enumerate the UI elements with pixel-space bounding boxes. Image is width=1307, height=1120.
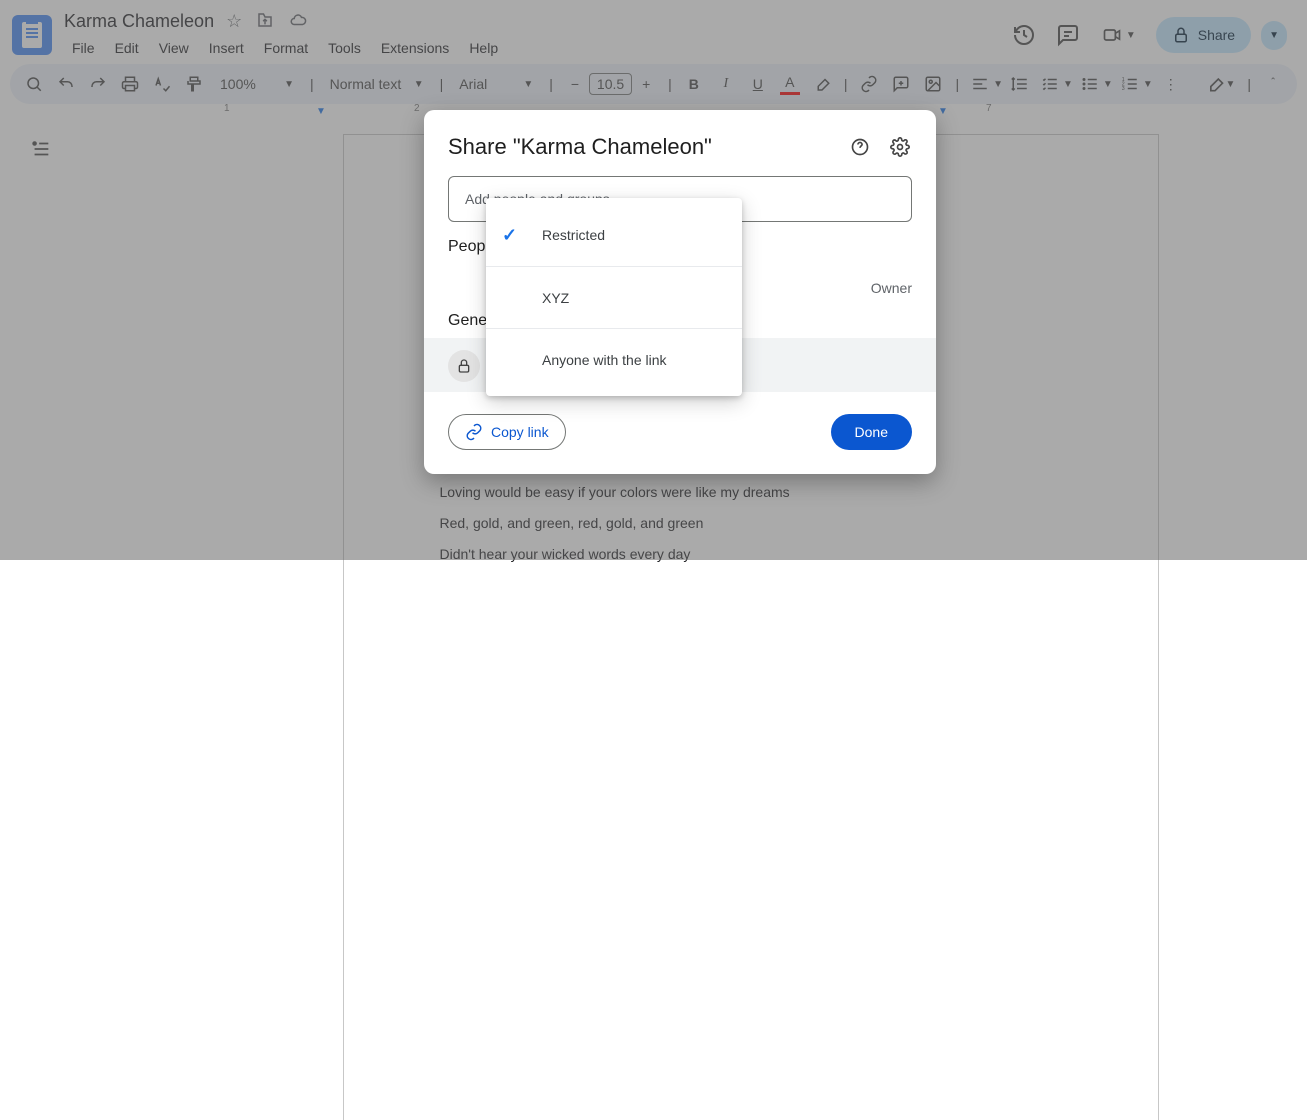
done-button[interactable]: Done <box>831 414 912 450</box>
settings-icon[interactable] <box>888 135 912 159</box>
access-option-restricted[interactable]: ✓ Restricted <box>486 204 742 266</box>
copy-link-label: Copy link <box>491 424 549 440</box>
copy-link-button[interactable]: Copy link <box>448 414 566 450</box>
access-level-menu: ✓ Restricted XYZ Anyone with the link <box>486 198 742 396</box>
access-option-anyone[interactable]: Anyone with the link <box>486 328 742 390</box>
share-dialog-title: Share "Karma Chameleon" <box>448 134 832 160</box>
access-option-org[interactable]: XYZ <box>486 266 742 328</box>
check-icon: ✓ <box>502 225 542 246</box>
done-label: Done <box>855 424 888 440</box>
lock-icon <box>448 350 480 382</box>
help-icon[interactable] <box>848 135 872 159</box>
owner-label: Owner <box>871 280 912 296</box>
